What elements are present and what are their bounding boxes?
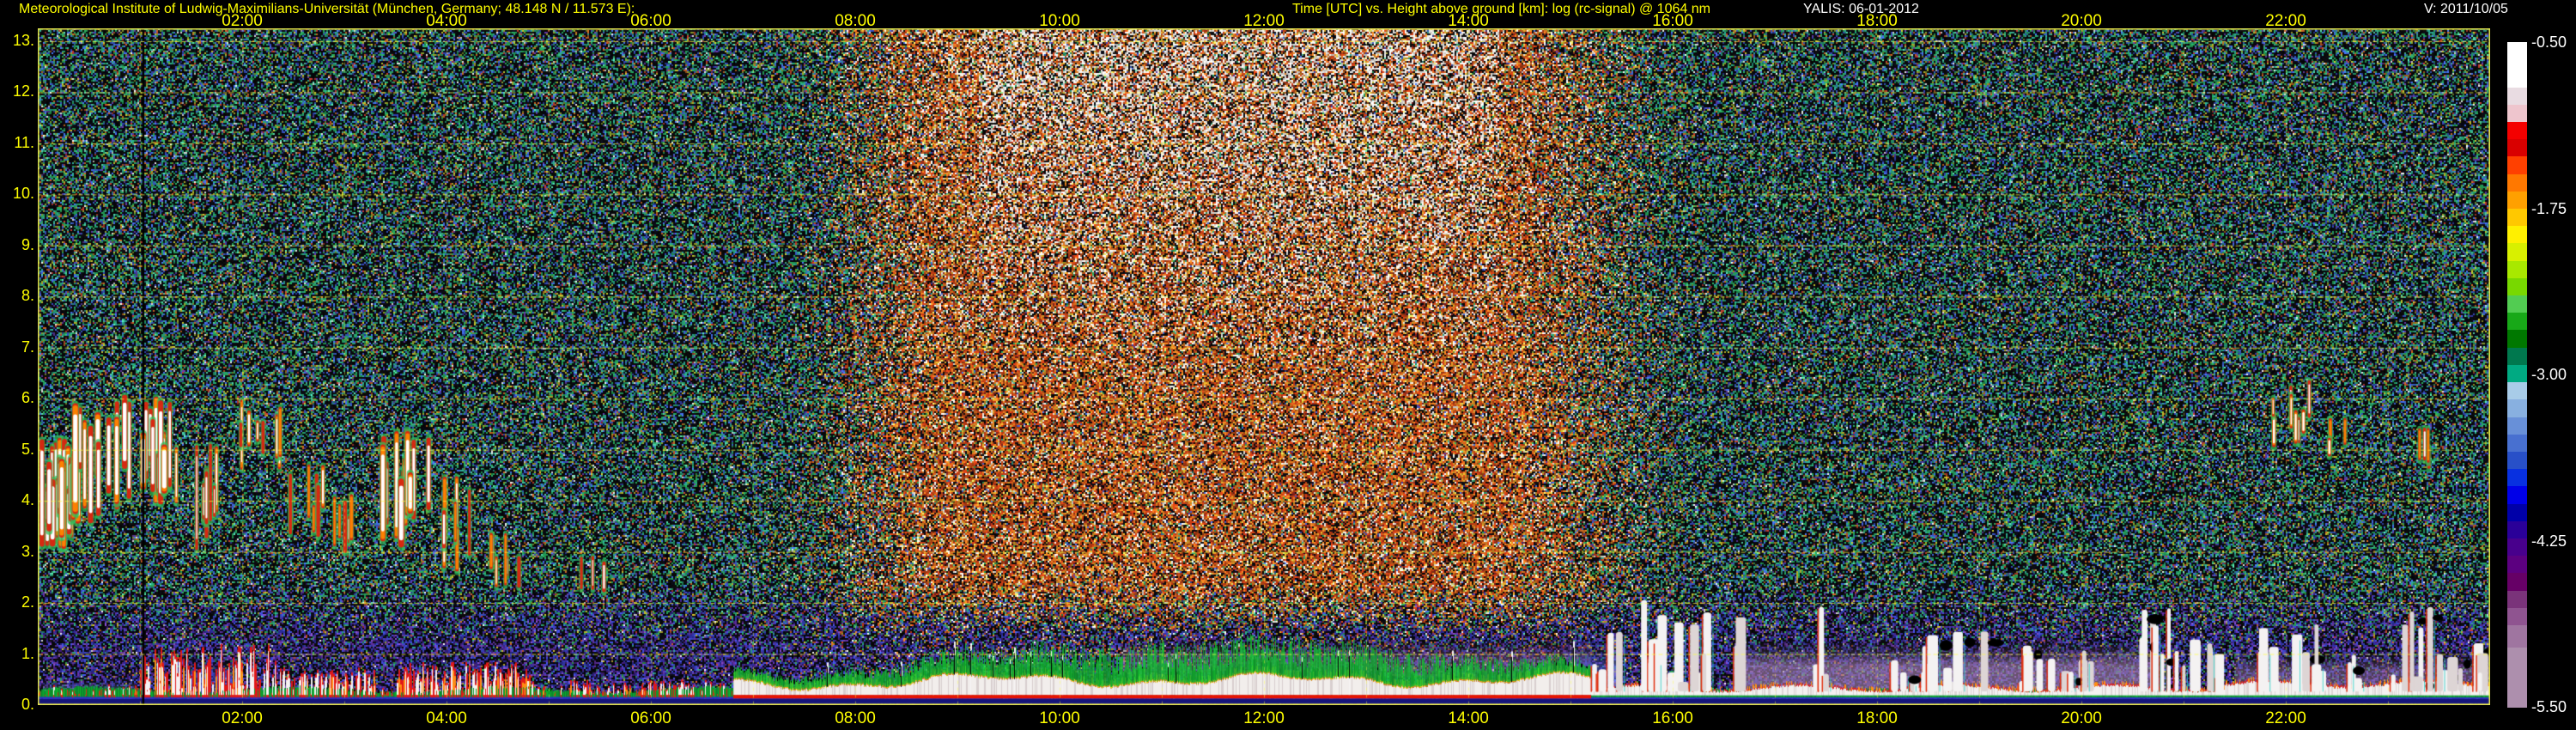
y-tick-label: 0. — [21, 696, 34, 713]
x-tick-label-top: 14:00 — [1448, 12, 1489, 30]
colorbar-block — [2507, 173, 2527, 192]
time-height-heatmap — [38, 28, 2490, 705]
colorbar-block — [2507, 625, 2527, 648]
x-tick-label-bottom: 16:00 — [1652, 709, 1693, 727]
y-tick-label: 9. — [21, 235, 34, 253]
colorbar-block — [2507, 139, 2527, 157]
x-tick-label-bottom: 20:00 — [2061, 709, 2102, 727]
colorbar-block — [2507, 104, 2527, 123]
colorbar-block — [2507, 503, 2527, 522]
y-tick-label: 3. — [21, 542, 34, 560]
x-tick-label-top: 08:00 — [835, 12, 876, 30]
y-tick-label: 4. — [21, 491, 34, 509]
colorbar-block — [2507, 42, 2527, 88]
x-tick-label-bottom: 18:00 — [1856, 709, 1898, 727]
colorbar-block — [2507, 87, 2527, 106]
y-tick-label: 1. — [21, 644, 34, 662]
colorbar-block — [2507, 277, 2527, 296]
version-label: V: 2011/10/05 — [2424, 2, 2508, 16]
colorbar-block — [2507, 121, 2527, 140]
y-tick-label: 13. — [12, 32, 34, 50]
colorbar-block — [2507, 226, 2527, 244]
colorbar-block — [2507, 451, 2527, 470]
colorbar-block — [2507, 313, 2527, 332]
x-tick-label-bottom: 02:00 — [222, 709, 263, 727]
x-tick-label-bottom: 22:00 — [2265, 709, 2306, 727]
x-tick-label-top: 16:00 — [1652, 12, 1693, 30]
colorbar-block — [2507, 191, 2527, 210]
colorbar-block — [2507, 590, 2527, 609]
x-tick-label-top: 10:00 — [1039, 12, 1080, 30]
x-tick-label-bottom: 04:00 — [426, 709, 467, 727]
x-tick-label-top: 22:00 — [2265, 12, 2306, 30]
colorbar-block — [2507, 399, 2527, 418]
colorbar-block — [2507, 538, 2527, 557]
x-tick-label-bottom: 12:00 — [1243, 709, 1285, 727]
colorbar-block — [2507, 607, 2527, 626]
colorbar-block — [2507, 648, 2527, 708]
colorbar-block — [2507, 209, 2527, 227]
x-tick-label-bottom: 06:00 — [630, 709, 671, 727]
colorbar-block — [2507, 364, 2527, 383]
lidar-quicklook-page: { "header": { "title_left": "Meteorologi… — [0, 0, 2576, 730]
colorbar-block — [2507, 330, 2527, 349]
x-tick-label-top: 12:00 — [1243, 12, 1285, 30]
y-tick-label: 8. — [21, 287, 34, 305]
colorbar-block — [2507, 520, 2527, 539]
colorbar-block — [2507, 556, 2527, 574]
institute-title: Meteorological Institute of Ludwig-Maxim… — [19, 2, 635, 16]
x-tick-label-top: 04:00 — [426, 12, 467, 30]
x-tick-label-bottom: 08:00 — [835, 709, 876, 727]
y-tick-label: 11. — [14, 133, 34, 151]
x-tick-label-top: 02:00 — [222, 12, 263, 30]
y-tick-label: 12. — [12, 82, 34, 100]
y-tick-label: 10. — [12, 185, 34, 203]
x-tick-label-top: 20:00 — [2061, 12, 2102, 30]
colorbar-block — [2507, 434, 2527, 453]
y-tick-label: 2. — [21, 593, 34, 611]
colorbar-block — [2507, 573, 2527, 592]
y-tick-label: 5. — [21, 440, 34, 458]
y-tick-label: 6. — [21, 389, 34, 407]
colorbar-tick-label: -4.25 — [2531, 532, 2567, 550]
x-tick-label-bottom: 10:00 — [1039, 709, 1080, 727]
colorbar-tick-label: -5.50 — [2531, 698, 2567, 715]
colorbar-block — [2507, 156, 2527, 175]
x-tick-label-top: 06:00 — [630, 12, 671, 30]
colorbar-tick-label: -3.00 — [2531, 366, 2567, 383]
colorbar-block — [2507, 486, 2527, 505]
colorbar-block — [2507, 347, 2527, 366]
colorbar-block — [2507, 382, 2527, 400]
colorbar-block — [2507, 417, 2527, 435]
colorbar-tick-label: -0.50 — [2531, 33, 2567, 51]
colorbar-tick-label: -1.75 — [2531, 199, 2567, 217]
x-tick-label-top: 18:00 — [1856, 12, 1898, 30]
colorbar — [2507, 42, 2527, 708]
colorbar-block — [2507, 260, 2527, 279]
x-tick-label-bottom: 14:00 — [1448, 709, 1489, 727]
colorbar-block — [2507, 295, 2527, 313]
colorbar-block — [2507, 243, 2527, 262]
colorbar-block — [2507, 469, 2527, 487]
y-tick-label: 7. — [21, 338, 34, 356]
